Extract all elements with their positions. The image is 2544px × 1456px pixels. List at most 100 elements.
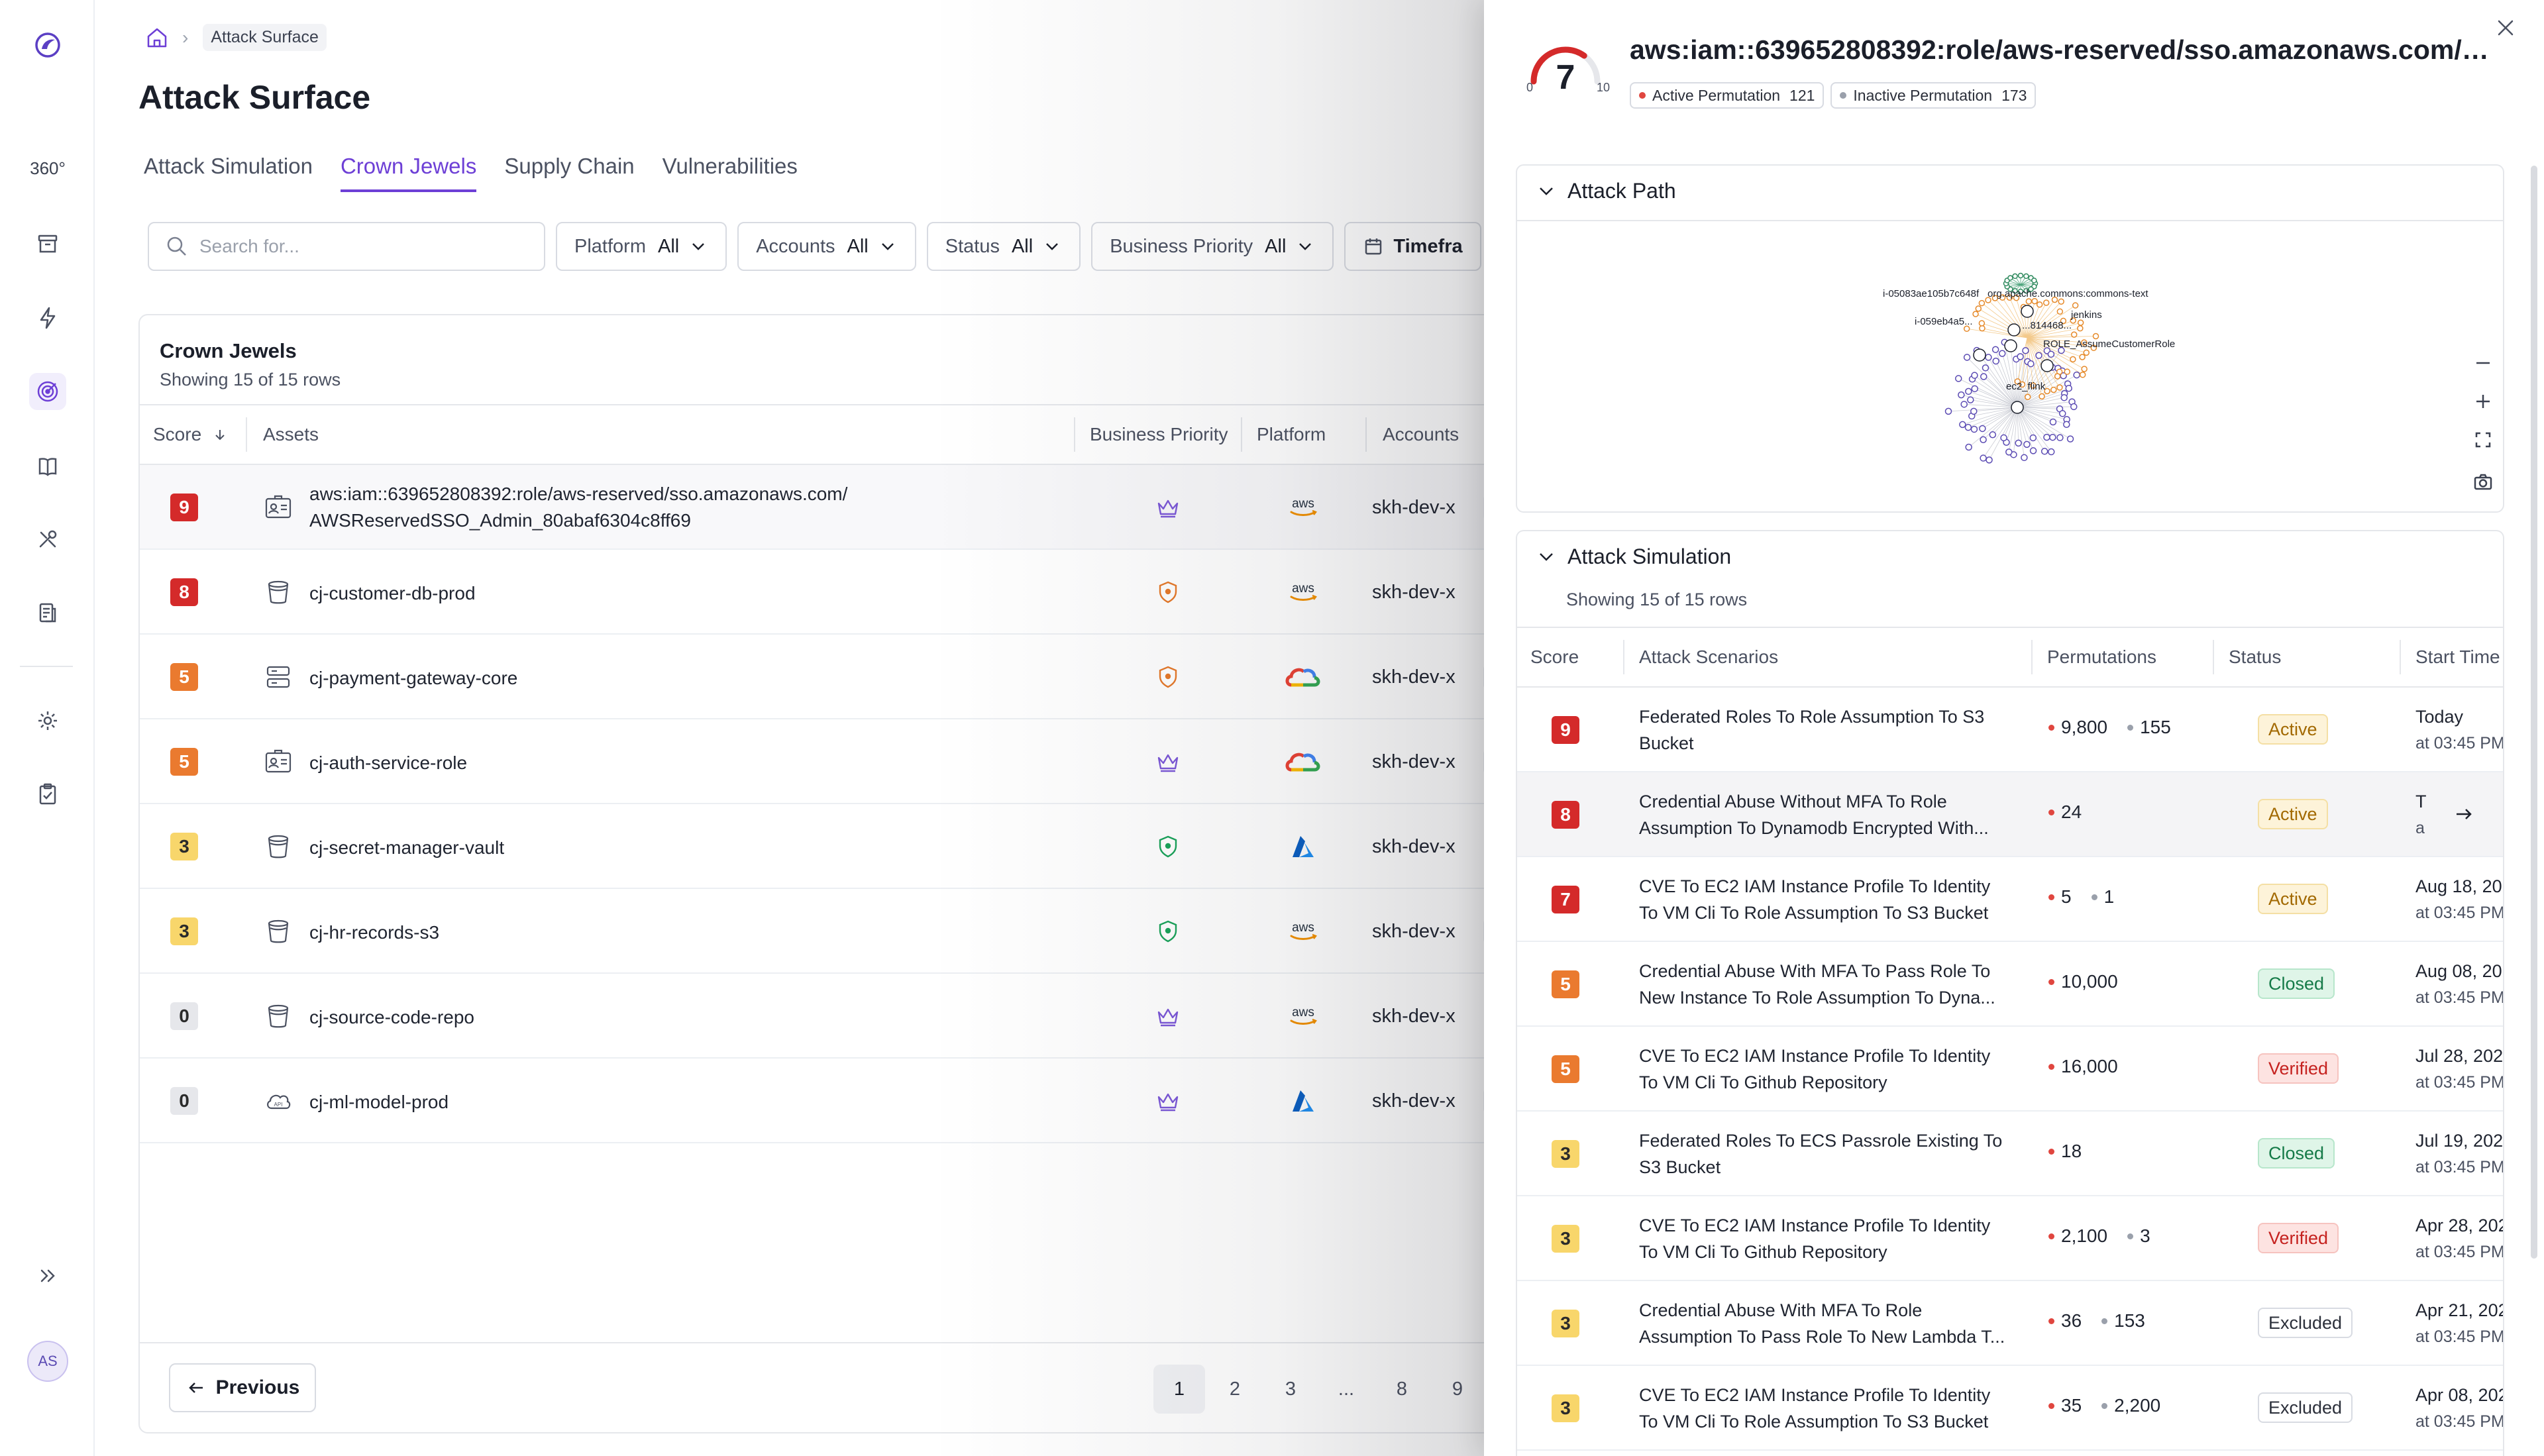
col-sim-start-time[interactable]: Start Time xyxy=(2415,628,2500,686)
page-1[interactable]: 1 xyxy=(1153,1365,1205,1414)
graph-label: ...814468... xyxy=(2022,320,2072,331)
scenario-name[interactable]: Federated Roles To Role Assumption To S3… xyxy=(1639,703,2017,756)
shield-book-icon[interactable] xyxy=(29,448,66,485)
arrow-right-icon[interactable] xyxy=(2453,803,2475,825)
col-sim-score[interactable]: Score xyxy=(1530,628,1579,686)
simulation-row[interactable]: 5 CVE To EC2 IAM Instance Profile To Iden… xyxy=(1517,1027,2503,1112)
360-icon[interactable]: 360° xyxy=(29,150,66,187)
graph-edge xyxy=(1982,323,2028,338)
simulation-row[interactable]: 9 Federated Roles To Role Assumption To S… xyxy=(1517,688,2503,772)
col-business-priority[interactable]: Business Priority xyxy=(1090,405,1228,464)
simulation-row[interactable]: 3 Federated Roles To ECS Passrole Existin… xyxy=(1517,1112,2503,1196)
archive-icon[interactable] xyxy=(29,225,66,262)
table-row[interactable]: 3cj-hr-records-s3awsskh-dev-x+4 xyxy=(140,889,1628,974)
status-filter[interactable]: Status All xyxy=(926,222,1081,271)
simulation-row[interactable]: 3 CVE To EC2 IAM Instance Profile To Iden… xyxy=(1517,1196,2503,1281)
scenario-name[interactable]: Credential Abuse With MFA To Role Assumpt… xyxy=(1639,1297,2017,1350)
graph-node xyxy=(1971,372,1978,379)
home-icon[interactable] xyxy=(144,25,170,51)
camera-icon[interactable] xyxy=(2471,470,2495,494)
simulation-row[interactable]: 5 Credential Abuse With MFA To Pass Role … xyxy=(1517,942,2503,1027)
tab-supply-chain[interactable]: Supply Chain xyxy=(504,154,634,192)
table-row[interactable]: 0 cj-source-code-repo aws skh-dev-x xyxy=(140,974,1628,1059)
scenario-name[interactable]: CVE To EC2 IAM Instance Profile To Ident… xyxy=(1639,1382,2017,1435)
page-3[interactable]: 3 xyxy=(1265,1365,1316,1414)
table-row[interactable]: 3 cj-secret-manager-vault skh-dev-x xyxy=(140,804,1628,889)
col-accounts[interactable]: Accounts xyxy=(1383,405,1459,464)
scenario-name[interactable]: CVE To EC2 IAM Instance Profile To Ident… xyxy=(1639,1212,2017,1265)
asset-name[interactable]: cj-auth-service-role xyxy=(309,750,467,776)
previous-button[interactable]: Previous xyxy=(169,1363,316,1412)
scenario-name[interactable]: Federated Roles To ECS Passrole Existing… xyxy=(1639,1127,2017,1180)
tab-attack-simulation[interactable]: Attack Simulation xyxy=(144,154,313,192)
accounts-filter[interactable]: Accounts All xyxy=(737,222,916,271)
zoom-in-icon[interactable] xyxy=(2471,390,2495,413)
scenario-name[interactable]: CVE To EC2 IAM Instance Profile To Ident… xyxy=(1639,1043,2017,1096)
platform-filter[interactable]: Platform All xyxy=(556,222,727,271)
table-row[interactable]: 5cj-auth-service-roleskh-dev-x+1 xyxy=(140,719,1628,804)
start-time: Apr 28, 2025at 03:45 PM xyxy=(2415,1216,2504,1261)
graph-node xyxy=(2050,386,2057,393)
timeframe-filter[interactable]: Timefra xyxy=(1344,222,1481,271)
graph-node xyxy=(1944,407,1952,415)
crown-jewels-card: Crown Jewels Showing 15 of 15 rows Score… xyxy=(138,314,1629,1433)
page-9[interactable]: 9 xyxy=(1432,1365,1483,1414)
graph-node xyxy=(2000,434,2007,442)
tab-vulnerabilities[interactable]: Vulnerabilities xyxy=(662,154,798,192)
tab-crown-jewels[interactable]: Crown Jewels xyxy=(340,154,477,192)
table-row[interactable]: 0APIcj-ml-model-prodskh-dev-x+6 xyxy=(140,1059,1628,1143)
asset-name[interactable]: cj-source-code-repo xyxy=(309,1004,474,1031)
breadcrumb-current[interactable]: Attack Surface xyxy=(203,24,327,51)
simulation-row[interactable]: 7 CVE To EC2 IAM Instance Profile To Iden… xyxy=(1517,857,2503,942)
search-input[interactable]: Search for... xyxy=(148,222,545,271)
server-icon xyxy=(263,662,293,692)
col-sim-status[interactable]: Status xyxy=(2229,628,2281,686)
asset-name[interactable]: cj-secret-manager-vault xyxy=(309,835,504,861)
zoom-out-icon[interactable] xyxy=(2471,351,2495,375)
asset-name[interactable]: cj-hr-records-s3 xyxy=(309,919,439,946)
tools-icon[interactable] xyxy=(29,521,66,558)
page-8[interactable]: 8 xyxy=(1376,1365,1428,1414)
gear-icon[interactable] xyxy=(29,702,66,739)
tab-bar: Attack Simulation Crown Jewels Supply Ch… xyxy=(144,154,798,192)
page-2[interactable]: 2 xyxy=(1209,1365,1261,1414)
attack-path-graph[interactable]: i-05083ae105b7c648f org.apache.commons:c… xyxy=(1848,245,2246,484)
fullscreen-icon[interactable] xyxy=(2471,428,2495,452)
col-score[interactable]: Score xyxy=(153,405,228,464)
business-priority-filter[interactable]: Business Priority All xyxy=(1091,222,1334,271)
scenario-name[interactable]: Credential Abuse Without MFA To Role Assu… xyxy=(1639,788,2017,841)
asset-name[interactable]: cj-payment-gateway-core xyxy=(309,665,517,692)
clipboard-check-icon[interactable] xyxy=(29,776,66,813)
logo-icon[interactable] xyxy=(29,26,66,64)
scenario-name[interactable]: Credential Abuse With MFA To Pass Role T… xyxy=(1639,958,2017,1011)
report-icon[interactable] xyxy=(29,594,66,631)
account-name: skh-dev-x xyxy=(1372,582,1456,603)
close-icon[interactable] xyxy=(2492,15,2519,41)
bolt-icon[interactable] xyxy=(29,299,66,337)
col-platform[interactable]: Platform xyxy=(1257,405,1326,464)
graph-node xyxy=(1982,364,1989,372)
expand-icon[interactable] xyxy=(29,1257,66,1294)
drawer-scrollbar[interactable] xyxy=(2531,166,2537,1259)
asset-name[interactable]: cj-ml-model-prod xyxy=(309,1089,449,1116)
graph-label: i-05083ae105b7c648f xyxy=(1883,288,1980,299)
table-row[interactable]: 9 aws:iam::639652808392:role/aws-reserved… xyxy=(140,465,1628,550)
col-sim-permutations[interactable]: Permutations xyxy=(2047,628,2156,686)
graph-node xyxy=(2029,434,2037,442)
target-icon[interactable] xyxy=(29,373,66,410)
asset-name[interactable]: aws:iam::639652808392:role/aws-reserved/… xyxy=(309,481,847,534)
avatar[interactable]: AS xyxy=(27,1341,68,1382)
table-row[interactable]: 5cj-payment-gateway-coreskh-dev-x+3 xyxy=(140,635,1628,719)
scenario-name[interactable]: CVE To EC2 IAM Instance Profile To Ident… xyxy=(1639,873,2017,926)
simulation-row[interactable]: 3 CVE To EC2 IAM Instance Profile To Iden… xyxy=(1517,1366,2503,1451)
attack-path-toggle[interactable]: Attack Path xyxy=(1536,179,1676,203)
graph-node xyxy=(1991,346,1999,353)
col-sim-scenarios[interactable]: Attack Scenarios xyxy=(1639,628,1778,686)
asset-name[interactable]: cj-customer-db-prod xyxy=(309,580,476,607)
attack-simulation-toggle[interactable]: Attack Simulation xyxy=(1536,545,1731,569)
graph-label: jenkins xyxy=(2070,309,2102,321)
table-row[interactable]: 8 cj-customer-db-prod aws skh-dev-x xyxy=(140,550,1628,635)
col-assets[interactable]: Assets xyxy=(263,405,319,464)
simulation-row[interactable]: 8 Credential Abuse Without MFA To Role Ass… xyxy=(1517,772,2503,857)
simulation-row[interactable]: 3 Credential Abuse With MFA To Role Assump… xyxy=(1517,1281,2503,1366)
